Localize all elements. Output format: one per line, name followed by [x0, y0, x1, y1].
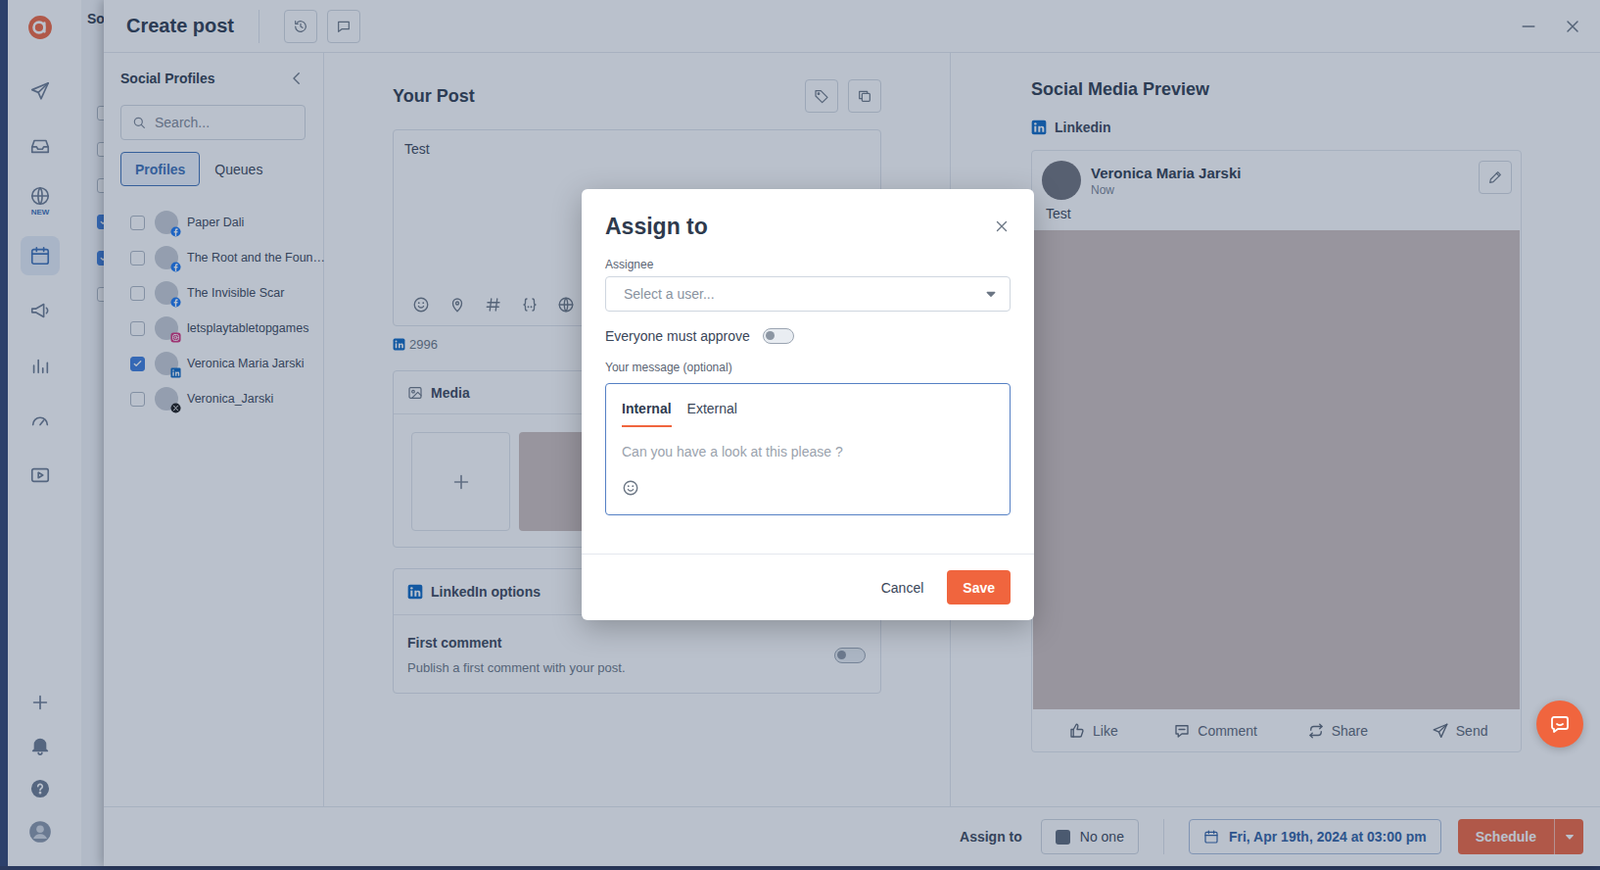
caret-down-icon: [982, 284, 1000, 303]
approve-toggle[interactable]: [762, 328, 795, 344]
dialog-title: Assign to: [605, 213, 708, 240]
dialog-body: Assign to Assignee Select a user... Everyon…: [581, 188, 1035, 516]
save-button[interactable]: Save: [946, 569, 1011, 605]
chat-button[interactable]: [1536, 700, 1584, 748]
assign-dialog: Assign to Assignee Select a user... Everyon…: [581, 188, 1035, 620]
approve-label: Everyone must approve: [605, 328, 751, 344]
dialog-footer: Cancel Save: [581, 553, 1035, 620]
message-tab[interactable]: External: [687, 399, 738, 427]
assignee-label: Assignee: [605, 256, 1011, 273]
emoji-icon[interactable]: [621, 478, 640, 497]
close-icon[interactable]: [992, 217, 1011, 236]
assignee-select[interactable]: Select a user...: [605, 276, 1011, 312]
dialog-header: Assign to: [605, 208, 1011, 244]
message-tabs: Internal External: [621, 399, 994, 427]
message-box: Internal External: [605, 382, 1011, 516]
message-tab[interactable]: Internal: [621, 399, 672, 427]
assignee-placeholder[interactable]: Select a user...: [623, 285, 715, 302]
cancel-button[interactable]: Cancel: [877, 569, 929, 605]
message-input[interactable]: [621, 443, 994, 479]
toggle-knob: [765, 330, 775, 340]
message-label: Your message (optional): [605, 359, 1011, 376]
chat-icon: [1548, 711, 1572, 736]
approve-row: Everyone must approve: [605, 325, 1011, 347]
